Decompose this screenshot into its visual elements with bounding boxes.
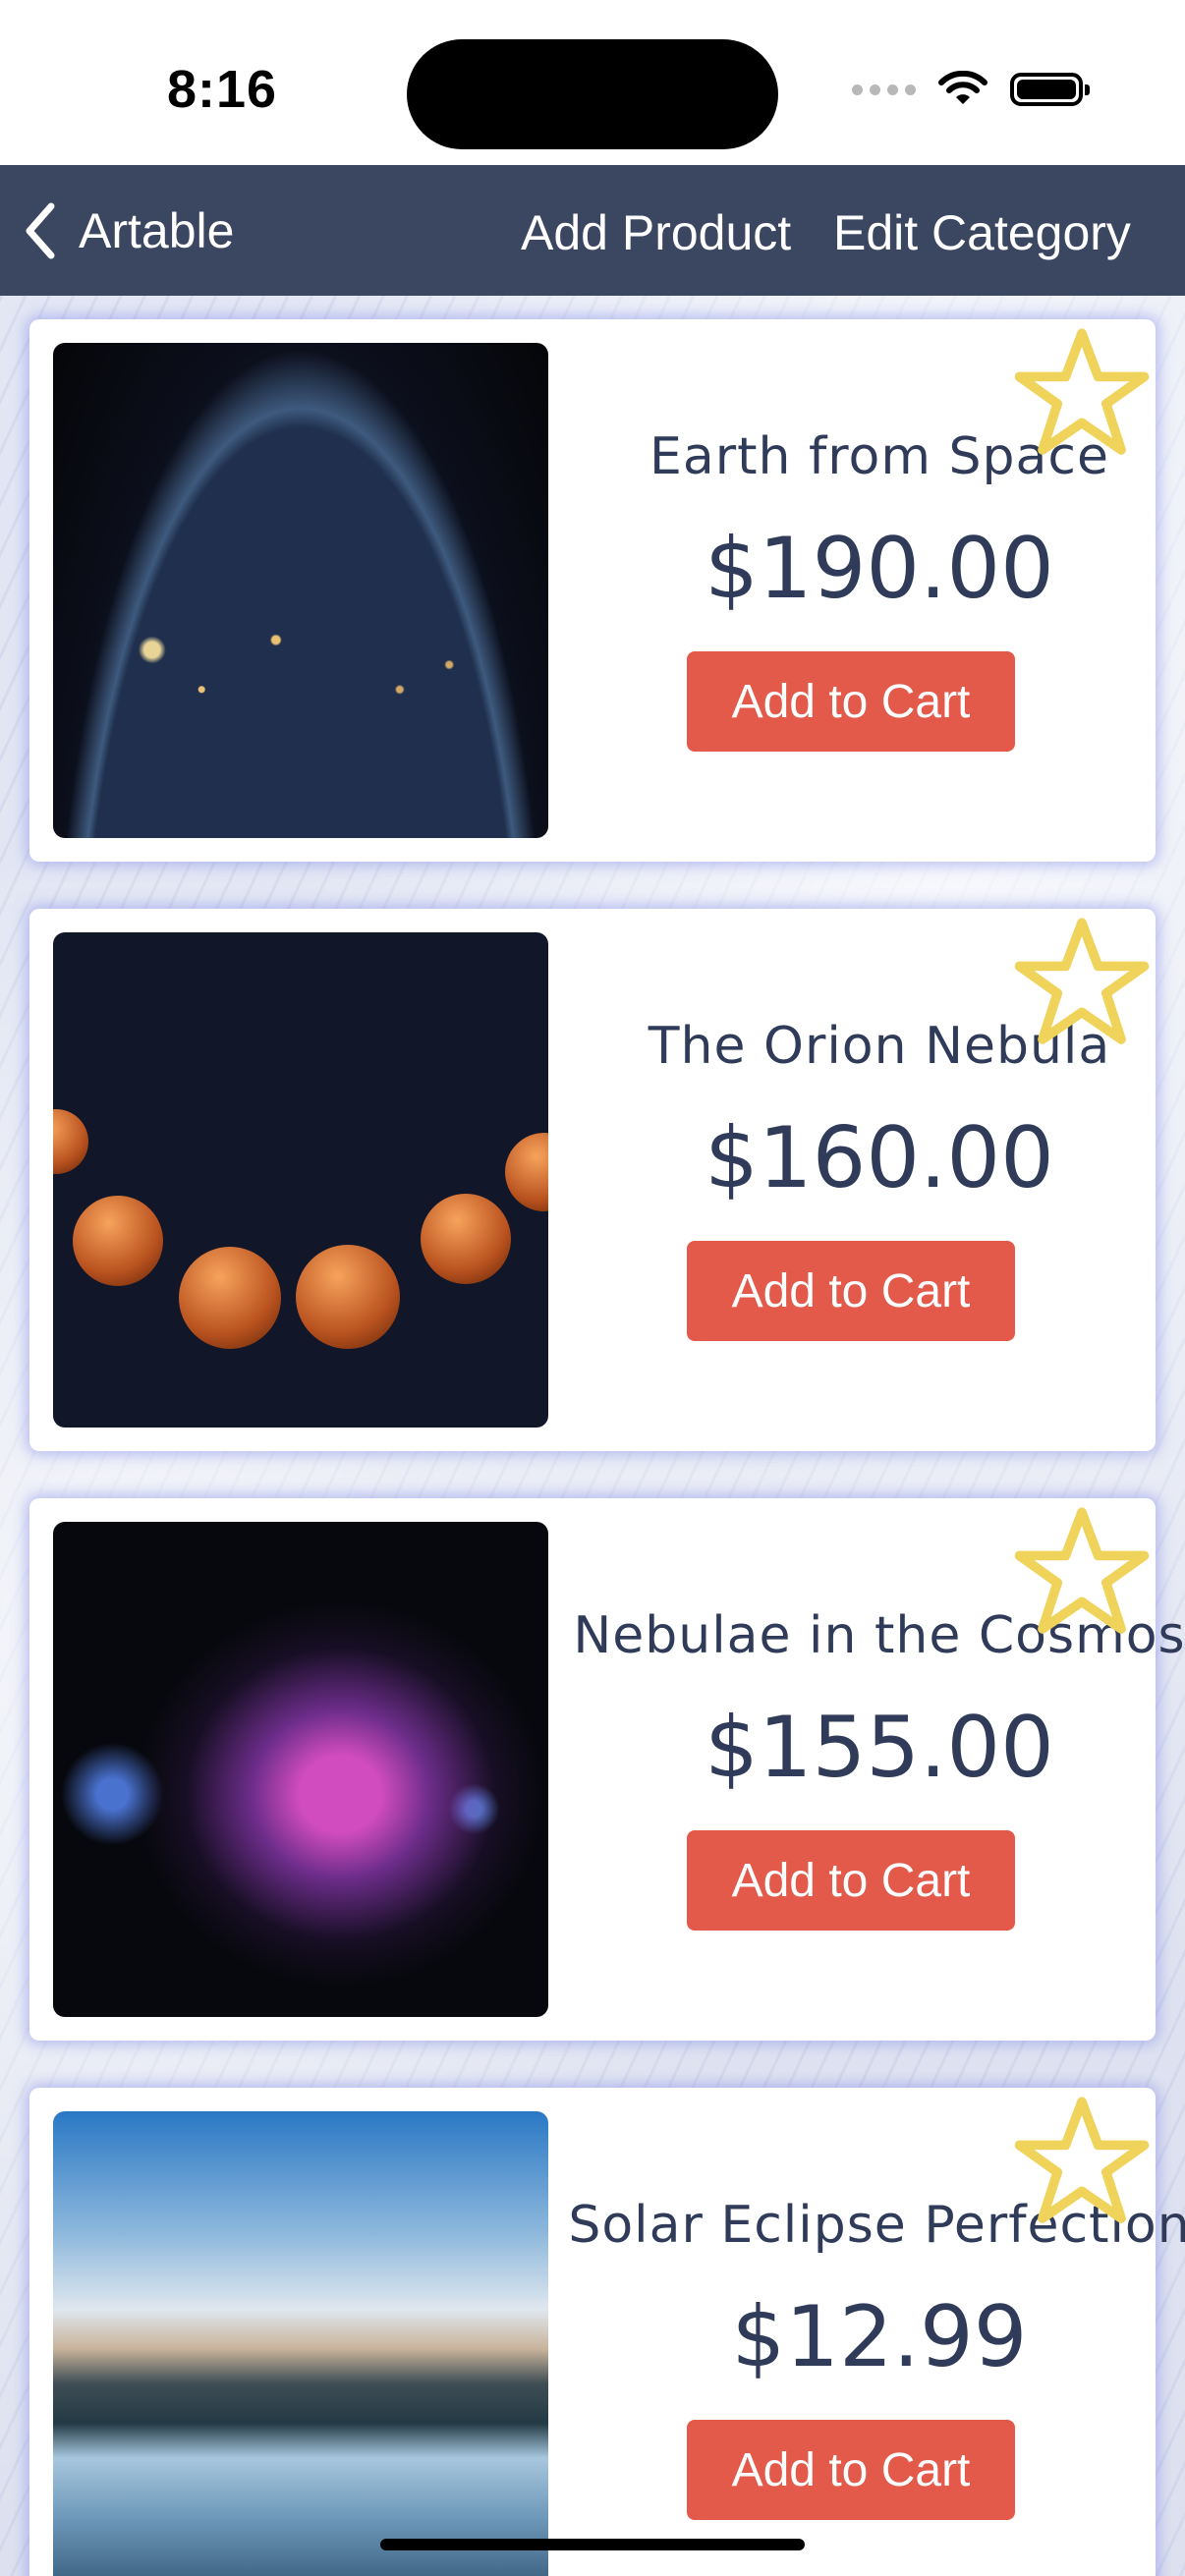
back-button[interactable]: Artable [24,198,234,263]
product-image-earth-from-space[interactable] [53,343,548,838]
cellular-signal-icon [852,84,916,95]
product-price: $12.99 [731,2288,1028,2386]
moon-phase [53,1109,88,1174]
product-list[interactable]: Earth from Space $190.00 Add to Cart The… [0,296,1185,2576]
product-card: Earth from Space $190.00 Add to Cart [29,319,1156,862]
product-price: $190.00 [705,520,1054,618]
product-image-the-orion-nebula[interactable] [53,932,548,1428]
product-card: Solar Eclipse Perfection $12.99 Add to C… [29,2088,1185,2576]
battery-icon [1010,73,1090,106]
add-to-cart-button[interactable]: Add to Cart [687,2420,1015,2520]
product-image-solar-eclipse-perfection[interactable] [53,2111,548,2576]
add-to-cart-button[interactable]: Add to Cart [687,651,1015,752]
add-to-cart-button[interactable]: Add to Cart [687,1830,1015,1931]
product-price: $155.00 [705,1699,1054,1797]
product-card: Nebulae in the Cosmos $155.00 Add to Car… [29,1498,1185,2041]
star-outline-icon[interactable] [1014,1504,1150,1640]
moon-phase [421,1194,511,1284]
moon-phase [296,1245,400,1349]
status-icons [852,71,1090,108]
product-image-nebulae-in-the-cosmos[interactable] [53,1522,548,2017]
star-outline-icon[interactable] [1014,325,1150,461]
moon-phase [179,1247,281,1349]
edit-category-button[interactable]: Edit Category [833,204,1131,261]
star-outline-icon[interactable] [1014,2094,1150,2229]
product-card: The Orion Nebula $160.00 Add to Cart [29,909,1156,1451]
home-indicator[interactable] [380,2539,805,2550]
status-bar: 8:16 [0,0,1185,165]
add-to-cart-button[interactable]: Add to Cart [687,1241,1015,1341]
product-price: $160.00 [705,1109,1054,1207]
status-time: 8:16 [167,60,278,119]
wifi-icon [938,71,988,104]
moon-phase [505,1133,548,1211]
moon-phase [73,1196,163,1286]
navigation-bar: Artable Add Product Edit Category [0,165,1185,296]
back-button-label: Artable [79,203,235,258]
chevron-left-icon [26,202,55,259]
star-outline-icon[interactable] [1014,915,1150,1050]
dynamic-island [407,39,778,149]
add-product-button[interactable]: Add Product [521,204,791,261]
